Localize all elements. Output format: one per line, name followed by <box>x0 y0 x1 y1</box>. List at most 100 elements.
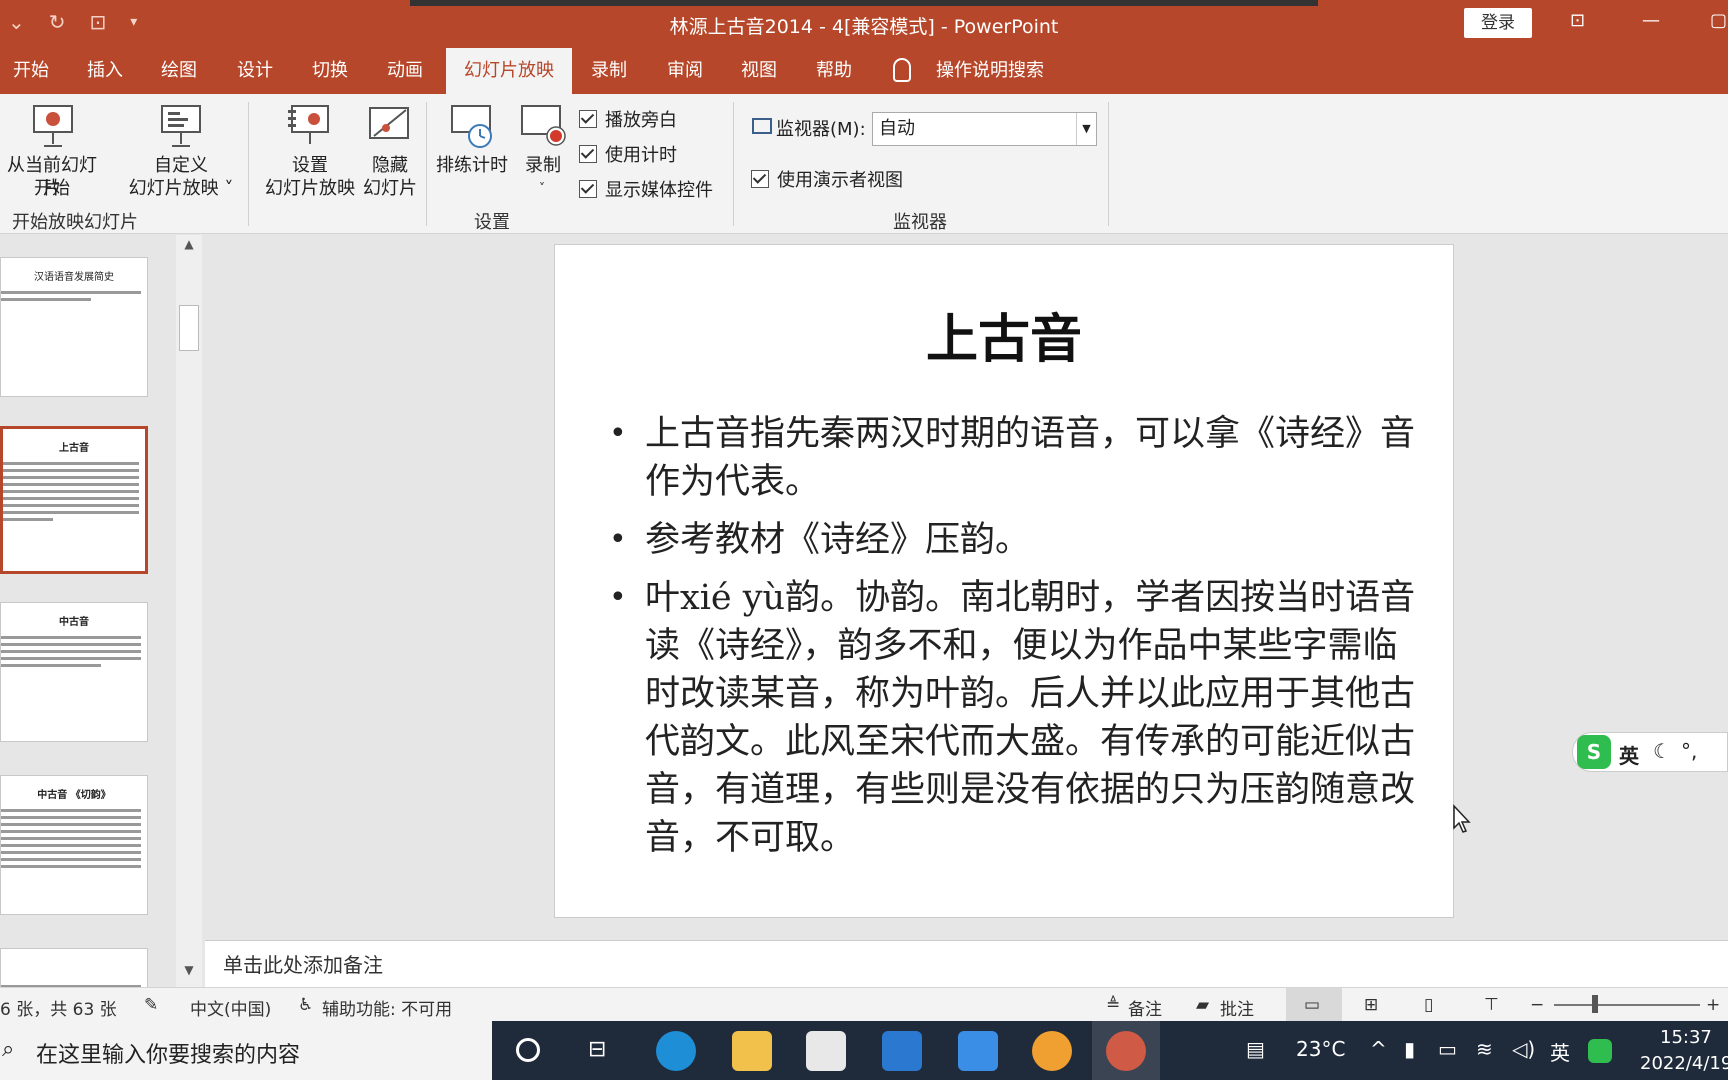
thumbnail-text-line <box>1 823 141 826</box>
zoom-slider[interactable] <box>1554 1004 1700 1006</box>
moon-icon[interactable]: ☾ <box>1653 739 1671 763</box>
slideshow-view-icon[interactable]: ⊤ <box>1484 995 1499 1015</box>
mouse-cursor-icon <box>1453 804 1471 833</box>
cortana-icon[interactable] <box>516 1038 540 1062</box>
accessibility-status[interactable]: 辅助功能: 不可用 <box>322 995 452 1020</box>
tab-home[interactable]: 开始 <box>0 48 62 94</box>
minimize-button[interactable]: — <box>1642 10 1660 31</box>
reading-view-icon[interactable]: ▯ <box>1424 995 1433 1015</box>
thumbnail-text-line <box>3 476 139 479</box>
slide-thumbnail-selected[interactable]: 上古音 <box>0 426 148 574</box>
microsoft-store-icon[interactable] <box>806 1031 846 1071</box>
slide-sorter-icon[interactable]: ⊞ <box>1364 995 1378 1015</box>
setup-label-1: 设置 <box>292 155 328 176</box>
sogou-tray-icon[interactable] <box>1588 1039 1612 1063</box>
tab-design[interactable]: 设计 <box>224 48 286 94</box>
clock-time[interactable]: 15:37 <box>1660 1027 1712 1048</box>
tab-slideshow[interactable]: 幻灯片放映 <box>446 48 572 94</box>
thumbnail-text-line <box>1 816 141 819</box>
play-narration-checkbox[interactable]: 播放旁白 <box>579 106 677 132</box>
accessibility-icon[interactable]: ♿ <box>298 995 313 1015</box>
tab-draw[interactable]: 绘图 <box>148 48 210 94</box>
file-explorer-icon[interactable] <box>732 1031 772 1071</box>
notes-icon[interactable]: ≜ <box>1106 995 1120 1015</box>
thumbnail-scrollbar[interactable]: ▲ ▼ <box>176 235 202 987</box>
weather-icon[interactable]: ▤ <box>1246 1037 1265 1061</box>
thumbnail-title: 中古音 《切韵》 <box>37 790 111 801</box>
spellcheck-icon[interactable]: ✎ <box>144 995 158 1015</box>
comments-button[interactable]: 批注 <box>1220 995 1254 1020</box>
comments-icon[interactable]: ▰ <box>1196 995 1209 1015</box>
from-current-label-2: 开始 <box>34 178 70 199</box>
language-status[interactable]: 中文(中国) <box>190 995 271 1020</box>
hide-slide-icon <box>369 107 409 139</box>
clock-date[interactable]: 2022/4/19 <box>1640 1053 1728 1074</box>
rehearse-timings-icon <box>451 105 492 148</box>
zoom-slider-handle[interactable] <box>1592 995 1598 1013</box>
tab-help[interactable]: 帮助 <box>803 48 865 94</box>
zoom-in-icon[interactable]: + <box>1706 995 1720 1015</box>
login-button[interactable]: 登录 <box>1464 8 1532 38</box>
tab-view[interactable]: 视图 <box>728 48 790 94</box>
thumbnail-text-line <box>1 657 141 660</box>
edge-icon[interactable] <box>656 1031 696 1071</box>
punctuation-icon[interactable]: °, <box>1681 739 1697 763</box>
tab-insert[interactable]: 插入 <box>74 48 136 94</box>
ribbon-display-options-icon[interactable]: ⊡ <box>1570 10 1585 31</box>
presenter-view-checkbox[interactable]: 使用演示者视图 <box>751 166 903 192</box>
monitor-icon <box>752 118 772 134</box>
monitor-select[interactable]: 自动 ▼ <box>872 112 1097 146</box>
bullet-item: 叶xié yù韵。协韵。南北朝时，学者因按当时语音读《诗经》，韵多不和，便以为作… <box>605 574 1425 862</box>
notes-button[interactable]: 备注 <box>1128 995 1162 1020</box>
presentation-start-icon <box>33 105 73 147</box>
app-icon[interactable] <box>1032 1031 1072 1071</box>
group-label-monitor: 监视器 <box>893 212 947 233</box>
slide-title[interactable]: 上古音 <box>555 297 1453 372</box>
record-label: 录制 <box>525 155 561 176</box>
group-separator <box>1108 102 1109 226</box>
feishu-icon[interactable] <box>958 1031 998 1071</box>
taskbar-search[interactable]: ⌕ 在这里输入你要搜索的内容 <box>0 1021 492 1080</box>
maximize-button[interactable]: ▢ <box>1710 10 1727 31</box>
scrollbar-thumb[interactable] <box>179 305 199 351</box>
scroll-down-icon[interactable]: ▼ <box>176 963 202 985</box>
thumbnail-text-line <box>3 518 53 521</box>
active-app-indicator <box>1092 1021 1160 1080</box>
thumbnail-text-line <box>3 511 139 514</box>
tab-review[interactable]: 审阅 <box>654 48 716 94</box>
slide-canvas[interactable]: 上古音 上古音指先秦两汉时期的语音，可以拿《诗经》音作为代表。 参考教材《诗经》… <box>554 244 1454 918</box>
battery-icon[interactable]: ▭ <box>1438 1037 1457 1061</box>
zoom-out-icon[interactable]: − <box>1530 995 1544 1015</box>
input-language[interactable]: 英 <box>1550 1037 1570 1066</box>
mail-icon[interactable] <box>882 1031 922 1071</box>
slide-thumbnail[interactable]: 汉语语音发展简史 <box>0 257 148 397</box>
use-timings-checkbox[interactable]: 使用计时 <box>579 141 677 167</box>
thumbnail-text-line <box>1 837 141 840</box>
thumbnail-title: 中古音 <box>59 617 89 628</box>
microphone-icon[interactable]: ▮ <box>1404 1037 1415 1061</box>
thumbnail-text-line <box>1 809 141 812</box>
slide-thumbnail[interactable]: 中古音 <box>0 602 148 742</box>
tab-animations[interactable]: 动画 <box>374 48 436 94</box>
hide-label-1: 隐藏 <box>372 155 408 176</box>
thumbnail-text-line <box>1 844 141 847</box>
notes-pane[interactable]: 单击此处添加备注 <box>205 940 1728 987</box>
show-media-controls-checkbox[interactable]: 显示媒体控件 <box>579 176 713 202</box>
top-strip <box>410 0 1318 6</box>
temperature[interactable]: 23°C <box>1296 1037 1345 1061</box>
ime-toolbar[interactable]: S 英 ☾ °, <box>1572 732 1728 772</box>
task-view-icon[interactable]: ⊟ <box>588 1037 606 1062</box>
volume-icon[interactable]: ◁) <box>1512 1037 1535 1061</box>
wifi-icon[interactable]: ≋ <box>1476 1037 1493 1061</box>
chevron-up-icon[interactable]: ^ <box>1370 1037 1387 1061</box>
thumbnail-text-line <box>1 291 141 294</box>
slide-bullet-list[interactable]: 上古音指先秦两汉时期的语音，可以拿《诗经》音作为代表。 参考教材《诗经》压韵。 … <box>605 410 1425 872</box>
scroll-up-icon[interactable]: ▲ <box>176 237 202 259</box>
chevron-down-icon[interactable]: ▼ <box>1076 113 1096 145</box>
ime-language[interactable]: 英 <box>1619 740 1639 769</box>
ribbon-tabs: 开始 插入 绘图 设计 切换 动画 幻灯片放映 录制 审阅 视图 帮助 操作说明… <box>0 48 1728 94</box>
tab-record[interactable]: 录制 <box>578 48 640 94</box>
tell-me-search[interactable]: 操作说明搜索 <box>930 48 1050 94</box>
tab-transitions[interactable]: 切换 <box>299 48 361 94</box>
slide-thumbnail[interactable]: 中古音 《切韵》 <box>0 775 148 915</box>
